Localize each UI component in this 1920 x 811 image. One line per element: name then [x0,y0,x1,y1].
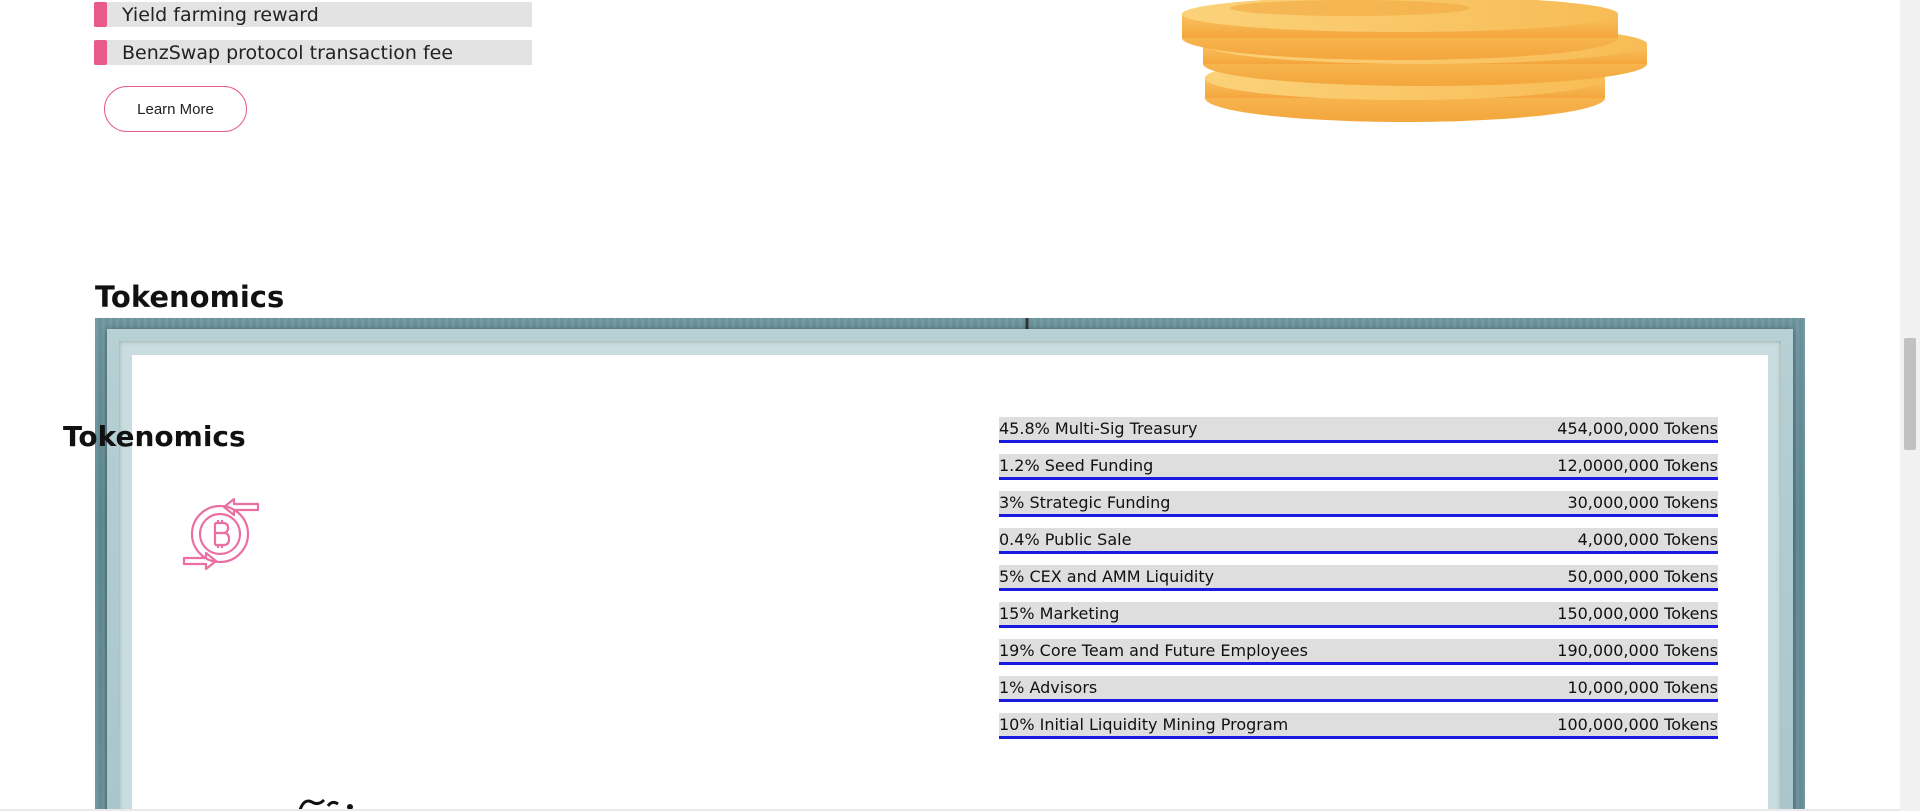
allocation-label: 3% Strategic Funding [999,493,1171,512]
allocation-row: 15% Marketing 150,000,000 Tokens [999,602,1718,628]
feature-bullet [94,40,107,65]
allocation-row: 10% Initial Liquidity Mining Program 100… [999,713,1718,739]
allocation-amount: 4,000,000 Tokens [1577,530,1718,549]
allocation-label: 15% Marketing [999,604,1120,623]
page: Yield farming reward BenzSwap protocol t… [0,0,1920,811]
section-heading: Tokenomics [95,280,285,314]
allocation-amount: 30,000,000 Tokens [1567,493,1718,512]
allocation-row: 1% Advisors 10,000,000 Tokens [999,676,1718,702]
allocation-amount: 100,000,000 Tokens [1557,715,1718,734]
allocation-row: 45.8% Multi-Sig Treasury 454,000,000 Tok… [999,417,1718,443]
feature-item-protocol-fee: BenzSwap protocol transaction fee [94,40,532,65]
coins-stack-image [1182,0,1647,122]
vertical-scrollbar[interactable] [1900,0,1920,811]
feature-item-yield-farming: Yield farming reward [94,2,532,27]
allocation-row: 0.4% Public Sale 4,000,000 Tokens [999,528,1718,554]
allocation-amount: 10,000,000 Tokens [1567,678,1718,697]
allocation-label: 10% Initial Liquidity Mining Program [999,715,1289,734]
allocation-label: 19% Core Team and Future Employees [999,641,1308,660]
allocation-label: 1.2% Seed Funding [999,456,1154,475]
allocation-label: 5% CEX and AMM Liquidity [999,567,1215,586]
scrollbar-thumb[interactable] [1904,338,1916,450]
allocation-row: 19% Core Team and Future Employees 190,0… [999,639,1718,665]
allocation-amount: 454,000,000 Tokens [1557,419,1718,438]
allocation-row: 1.2% Seed Funding 12,0000,000 Tokens [999,454,1718,480]
allocation-label: 45.8% Multi-Sig Treasury [999,419,1198,438]
allocation-row: 5% CEX and AMM Liquidity 50,000,000 Toke… [999,565,1718,591]
bitcoin-exchange-icon [182,497,260,571]
allocation-label: 1% Advisors [999,678,1098,697]
learn-more-button[interactable]: Learn More [104,86,247,132]
allocation-amount: 12,0000,000 Tokens [1557,456,1718,475]
allocation-amount: 190,000,000 Tokens [1557,641,1718,660]
allocation-amount: 150,000,000 Tokens [1557,604,1718,623]
feature-label: Yield farming reward [122,3,319,26]
allocation-row: 3% Strategic Funding 30,000,000 Tokens [999,491,1718,517]
allocation-label: 0.4% Public Sale [999,530,1132,549]
card-title: Tokenomics [63,420,246,453]
feature-bullet [94,2,107,27]
feature-label: BenzSwap protocol transaction fee [122,41,454,64]
allocation-amount: 50,000,000 Tokens [1567,567,1718,586]
